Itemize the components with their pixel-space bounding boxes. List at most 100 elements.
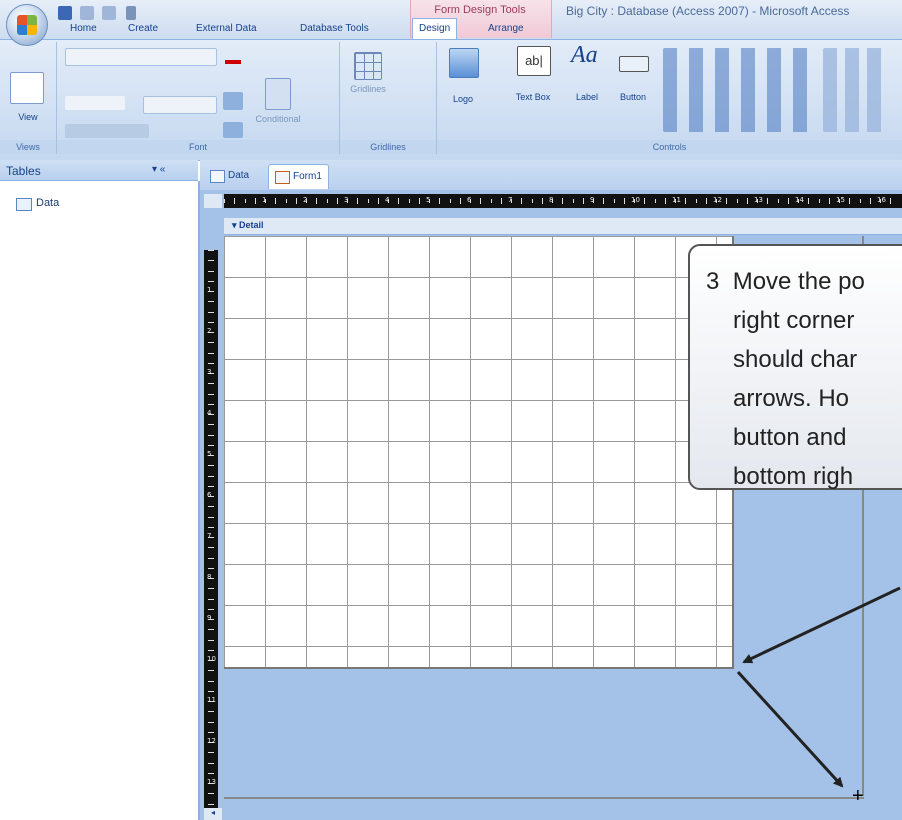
ruler-number: 9: [590, 196, 595, 204]
tab-create[interactable]: Create: [128, 20, 158, 38]
alignment-buttons[interactable]: [65, 124, 149, 138]
table-icon: [16, 198, 32, 211]
save-icon[interactable]: [58, 6, 72, 20]
nav-item-data[interactable]: Data: [36, 197, 59, 209]
nav-pane-title[interactable]: Tables: [6, 164, 41, 178]
callout-line-3: should char: [733, 346, 858, 373]
ruler-number: 5: [207, 450, 212, 458]
tab-home[interactable]: Home: [70, 20, 97, 38]
ruler-tick: [398, 198, 400, 204]
ruler-tick: [357, 198, 359, 204]
gridlines-icon[interactable]: [354, 52, 382, 80]
label-tool-label[interactable]: Label: [567, 92, 607, 102]
ruler-number: 2: [303, 196, 308, 204]
ruler-number: 1: [207, 286, 212, 294]
undo-icon[interactable]: [80, 6, 94, 20]
ruler-tick: [869, 198, 871, 204]
horizontal-ruler[interactable]: 1 2 3 4 5 6 7 8 9 10 11 12 13 14 15 16: [224, 194, 902, 208]
ruler-number: 13: [754, 196, 763, 204]
ruler-tick: [418, 198, 420, 204]
line-color-icon[interactable]: [223, 122, 243, 138]
gridlines-group: Gridlines Gridlines: [340, 42, 437, 154]
ruler-tick: [208, 311, 214, 313]
detail-grid[interactable]: [224, 236, 734, 669]
nav-pane-toggle-icon[interactable]: ▾ «: [152, 164, 165, 175]
doc-tab-data-label: Data: [228, 170, 250, 181]
ruler-tick: [705, 198, 707, 204]
ruler-tick: [208, 403, 214, 405]
ruler-number: 14: [795, 196, 804, 204]
redo-icon[interactable]: [102, 6, 116, 20]
ruler-tick: [685, 198, 687, 204]
ruler-tick: [208, 280, 214, 282]
ruler-tick: [208, 639, 214, 641]
font-color-icon[interactable]: [223, 48, 243, 64]
ruler-tick: [664, 198, 666, 204]
ruler-tick: [859, 199, 861, 203]
button-tool-label[interactable]: Button: [613, 92, 653, 102]
controls-gallery[interactable]: [663, 48, 813, 132]
vertical-ruler[interactable]: 1 2 3 4 5 6 7 8 9 10 11 12 13: [204, 250, 218, 815]
callout-line-1: 3 Move the po: [706, 262, 902, 301]
scroll-left-icon[interactable]: ◂: [204, 808, 222, 820]
font-name-dropdown[interactable]: [65, 48, 217, 66]
form-selector[interactable]: [204, 194, 222, 208]
tab-arrange[interactable]: Arrange: [488, 20, 524, 38]
office-button[interactable]: [6, 4, 48, 46]
controls-group-label: Controls: [437, 140, 902, 154]
text-box-label[interactable]: Text Box: [507, 92, 559, 102]
ruler-tick: [208, 526, 214, 528]
text-box-icon[interactable]: ab|: [517, 46, 551, 76]
font-size-dropdown[interactable]: [143, 96, 217, 114]
ruler-tick: [208, 608, 214, 610]
controls-extra-icons[interactable]: [823, 48, 883, 132]
doc-tab-form1[interactable]: Form1: [268, 164, 329, 189]
ruler-tick: [377, 198, 379, 204]
ruler-number: 7: [508, 196, 513, 204]
label-tool-icon[interactable]: Aa: [571, 42, 611, 74]
ruler-number: 7: [207, 532, 212, 540]
tab-external-data[interactable]: External Data: [196, 20, 257, 38]
button-tool-icon[interactable]: [619, 56, 649, 72]
ruler-number: 2: [207, 327, 212, 335]
ruler-tick: [208, 321, 214, 323]
ruler-number: 4: [385, 196, 390, 204]
view-icon[interactable]: [10, 72, 44, 104]
ruler-tick: [208, 465, 214, 467]
ruler-tick: [208, 649, 214, 651]
resize-guide-bottom: [224, 797, 864, 799]
ruler-number: 3: [207, 368, 212, 376]
bold-italic-underline-buttons[interactable]: [65, 96, 125, 110]
fill-color-icon[interactable]: [223, 92, 243, 110]
conditional-label[interactable]: Conditional: [251, 114, 305, 124]
ruler-tick: [208, 383, 214, 385]
ruler-tick: [295, 198, 297, 204]
detail-section-bar[interactable]: [224, 218, 902, 235]
form-icon: [275, 171, 290, 184]
ruler-number: 9: [207, 614, 212, 622]
customize-toolbar-icon[interactable]: [126, 6, 136, 20]
ruler-tick: [408, 199, 410, 203]
nav-pane: [0, 181, 200, 820]
ruler-number: 13: [207, 778, 216, 786]
move-crosshair-icon[interactable]: +: [852, 786, 872, 806]
ruler-tick: [208, 393, 214, 395]
ruler-tick: [208, 762, 214, 764]
gridlines-label[interactable]: Gridlines: [340, 84, 396, 94]
view-button-label[interactable]: View: [0, 112, 56, 122]
ruler-number: 11: [672, 196, 681, 204]
ruler-tick: [208, 362, 214, 364]
tab-design[interactable]: Design: [412, 18, 458, 40]
logo-icon[interactable]: [449, 48, 479, 78]
ruler-tick: [208, 721, 214, 723]
ruler-number: 5: [426, 196, 431, 204]
tab-database-tools[interactable]: Database Tools: [300, 20, 369, 38]
ruler-tick: [208, 680, 214, 682]
doc-tab-data[interactable]: Data: [204, 164, 255, 188]
ruler-tick: [208, 731, 214, 733]
logo-label[interactable]: Logo: [443, 94, 483, 104]
ruler-tick: [623, 198, 625, 204]
ruler-tick: [367, 199, 369, 203]
conditional-icon[interactable]: [265, 78, 291, 110]
ruler-tick: [531, 199, 533, 203]
